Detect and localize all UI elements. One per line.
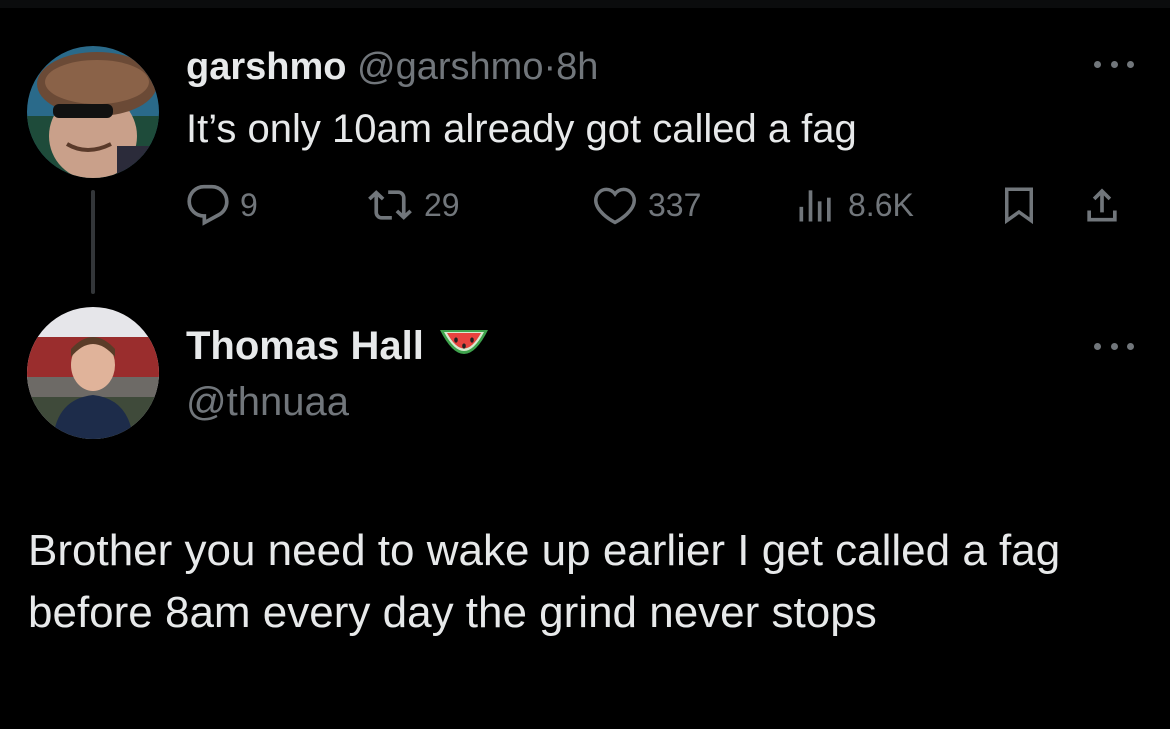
views-button[interactable]: 8.6K: [794, 180, 914, 230]
tweet1-text: It’s only 10am already got called a fag: [186, 107, 857, 151]
views-icon: [799, 190, 831, 222]
share-button[interactable]: [1080, 180, 1124, 230]
bookmark-button[interactable]: [998, 180, 1040, 230]
like-count: 337: [648, 186, 702, 223]
avatar-garshmo[interactable]: [27, 46, 159, 178]
more-icon[interactable]: [1094, 340, 1134, 352]
reply-button[interactable]: 9: [186, 180, 258, 230]
reply-icon: [187, 184, 229, 226]
retweet-button[interactable]: 29: [366, 180, 460, 230]
display-name[interactable]: garshmo: [186, 46, 346, 88]
retweet-icon: [368, 190, 412, 220]
heart-icon: [594, 187, 636, 225]
tweet2-header: Thomas Hall: [186, 322, 492, 370]
top-edge: [0, 0, 1170, 8]
views-count: 8.6K: [848, 186, 914, 223]
more-icon[interactable]: [1094, 58, 1134, 70]
watermelon-icon: [439, 330, 488, 354]
bookmark-icon: [1005, 187, 1033, 225]
share-icon: [1087, 188, 1117, 222]
handle[interactable]: @thnuaa: [186, 378, 349, 426]
tweet1-actions: 9 29 337 8.6K: [186, 180, 1136, 230]
reply-count: 9: [240, 186, 258, 223]
separator: ·: [543, 46, 557, 88]
thread-line: [91, 190, 95, 294]
handle[interactable]: @garshmo: [357, 46, 543, 88]
timestamp[interactable]: 8h: [556, 46, 598, 88]
display-name[interactable]: Thomas Hall: [186, 322, 424, 370]
tweet2-text: Brother you need to wake up earlier I ge…: [28, 526, 1061, 637]
avatar-thomas-hall[interactable]: [27, 307, 159, 439]
tweet1-header: garshmo @garshmo·8h: [186, 44, 598, 90]
like-button[interactable]: 337: [592, 180, 701, 230]
retweet-count: 29: [424, 186, 460, 223]
